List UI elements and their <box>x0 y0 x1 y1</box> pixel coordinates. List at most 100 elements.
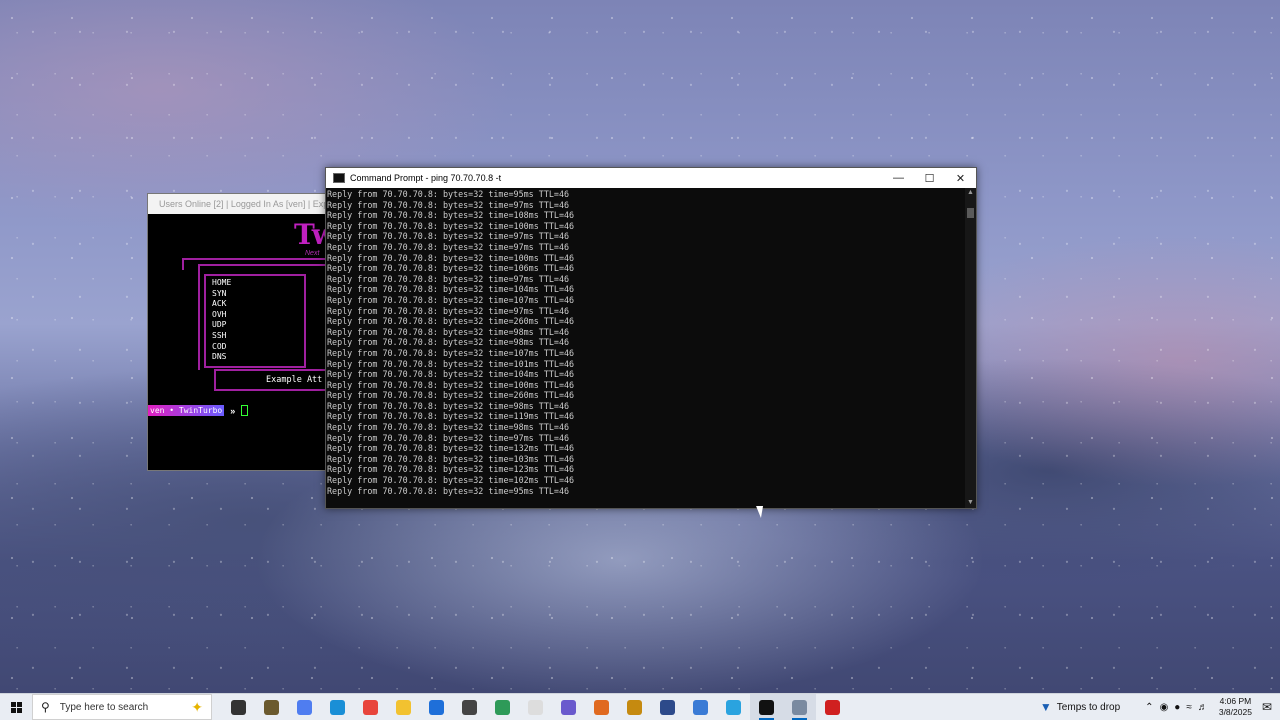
cmd-titlebar[interactable]: Command Prompt - ping 70.70.70.8 -t — ☐ … <box>326 168 976 188</box>
edge-taskbar-button[interactable] <box>321 694 354 720</box>
app-icon-7-taskbar-button[interactable] <box>618 694 651 720</box>
app-icon-11-taskbar-button[interactable] <box>816 694 849 720</box>
ping-reply-line: Reply from 70.70.70.8: bytes=32 time=97m… <box>327 241 570 252</box>
command-prompt-window[interactable]: Command Prompt - ping 70.70.70.8 -t — ☐ … <box>325 167 977 509</box>
wifi-icon[interactable]: ≈ <box>1186 702 1192 713</box>
twinturbo-logo-sub: Next <box>305 250 320 257</box>
twinturbo-window[interactable]: Users Online [2] | Logged In As [ven] | … <box>147 193 337 471</box>
chrome-taskbar-button[interactable] <box>354 694 387 720</box>
app-icon-2-taskbar-button[interactable] <box>288 694 321 720</box>
app-icon-10-taskbar-button[interactable] <box>783 694 816 720</box>
clock-date: 3/8/2025 <box>1218 707 1252 717</box>
store-taskbar-button[interactable] <box>420 694 453 720</box>
ping-reply-line: Reply from 70.70.70.8: bytes=32 time=98m… <box>327 337 570 348</box>
menu-item: UDP <box>212 320 227 330</box>
ping-reply-line: Reply from 70.70.70.8: bytes=32 time=100… <box>327 220 575 231</box>
volume-icon[interactable]: ♬ <box>1198 702 1208 713</box>
scroll-up-arrow-icon[interactable]: ▲ <box>965 188 976 198</box>
ping-reply-line: Reply from 70.70.70.8: bytes=32 time=119… <box>327 411 575 422</box>
prompt-badge: ven • TwinTurbo <box>148 405 225 416</box>
app-icon-8 <box>660 699 675 715</box>
weather-icon: ▼ <box>1039 700 1052 714</box>
notification-icon[interactable]: ✉ <box>1262 700 1272 714</box>
ping-reply-line: Reply from 70.70.70.8: bytes=32 time=123… <box>327 464 575 475</box>
clock-time: 4:06 PM <box>1219 696 1252 706</box>
app-icon-4 <box>495 699 510 715</box>
taskbar: ⚲ ✦ ▼ Temps to drop ⌃ ◉ ● ≈ ♬ 4:06 PM 3/… <box>0 693 1280 720</box>
ping-reply-line: Reply from 70.70.70.8: bytes=32 time=102… <box>327 475 575 486</box>
ping-reply-line: Reply from 70.70.70.8: bytes=32 time=97m… <box>327 305 570 316</box>
app-icon-7 <box>627 699 642 715</box>
menu-item: OVH <box>212 309 227 319</box>
edge-icon <box>330 699 345 715</box>
sparkle-icon: ✦ <box>191 698 203 715</box>
menu-item: ACK <box>212 299 227 309</box>
store-icon <box>429 699 444 715</box>
scroll-thumb[interactable] <box>967 208 974 218</box>
weather-widget[interactable]: ▼ Temps to drop <box>1040 700 1120 714</box>
twinturbo-title: Users Online [2] | Logged In As [ven] | … <box>159 199 337 209</box>
menu-item: DNS <box>212 352 227 362</box>
app-icon-4-taskbar-button[interactable] <box>486 694 519 720</box>
taskbar-apps <box>222 694 849 720</box>
ping-reply-line: Reply from 70.70.70.8: bytes=32 time=95m… <box>327 485 570 496</box>
scroll-down-arrow-icon[interactable]: ▼ <box>965 498 976 508</box>
ping-reply-line: Reply from 70.70.70.8: bytes=32 time=104… <box>327 284 575 295</box>
clock[interactable]: 4:06 PM 3/8/2025 <box>1219 696 1252 718</box>
ping-reply-line: Reply from 70.70.70.8: bytes=32 time=97m… <box>327 432 570 443</box>
ping-reply-line: Reply from 70.70.70.8: bytes=32 time=95m… <box>327 189 570 199</box>
telegram-icon <box>726 699 741 715</box>
ping-reply-line: Reply from 70.70.70.8: bytes=32 time=108… <box>327 210 575 221</box>
app-icon-9 <box>693 699 708 715</box>
ping-reply-line: Reply from 70.70.70.8: bytes=32 time=132… <box>327 443 575 454</box>
task-view-taskbar-button[interactable] <box>222 694 255 720</box>
app-icon-3-taskbar-button[interactable] <box>453 694 486 720</box>
app-icon-5-taskbar-button[interactable] <box>552 694 585 720</box>
ping-reply-line: Reply from 70.70.70.8: bytes=32 time=98m… <box>327 326 570 337</box>
ping-reply-line: Reply from 70.70.70.8: bytes=32 time=97m… <box>327 273 570 284</box>
file-explorer-taskbar-button[interactable] <box>387 694 420 720</box>
ping-reply-line: Reply from 70.70.70.8: bytes=32 time=97m… <box>327 199 570 210</box>
telegram-taskbar-button[interactable] <box>717 694 750 720</box>
ping-reply-line: Reply from 70.70.70.8: bytes=32 time=98m… <box>327 400 570 411</box>
search-input[interactable] <box>57 700 182 714</box>
example-attack-box: Example Att <box>214 369 336 391</box>
method-menu: HOME SYN ACK OVH UDP SSH COD DNS <box>212 278 231 363</box>
microphone-icon[interactable]: ● <box>1174 702 1180 713</box>
app-icon-9-taskbar-button[interactable] <box>684 694 717 720</box>
app-icon-6-taskbar-button[interactable] <box>585 694 618 720</box>
minimize-button[interactable]: — <box>883 168 914 188</box>
example-attack-text: Example Att <box>266 375 323 385</box>
app-icon-6 <box>594 699 609 715</box>
cmd-window-icon <box>333 173 345 183</box>
ping-reply-line: Reply from 70.70.70.8: bytes=32 time=104… <box>327 369 575 380</box>
chevron-up-icon[interactable]: ⌃ <box>1145 702 1153 713</box>
ping-reply-line: Reply from 70.70.70.8: bytes=32 time=101… <box>327 358 575 369</box>
ping-reply-line: Reply from 70.70.70.8: bytes=32 time=107… <box>327 347 575 358</box>
prompt-arrow: » <box>230 405 236 416</box>
terminal-icon <box>759 699 774 715</box>
start-button[interactable] <box>0 694 32 720</box>
terminal-taskbar-button[interactable] <box>750 694 783 720</box>
ping-reply-line: Reply from 70.70.70.8: bytes=32 time=260… <box>327 390 575 401</box>
twinturbo-titlebar[interactable]: Users Online [2] | Logged In As [ven] | … <box>148 194 336 214</box>
prompt-cursor[interactable] <box>241 405 249 416</box>
app-icon-1-taskbar-button[interactable] <box>255 694 288 720</box>
weather-text: Temps to drop <box>1056 701 1121 713</box>
file-explorer-icon <box>396 699 411 715</box>
camera-icon[interactable]: ◉ <box>1160 702 1169 713</box>
file-taskbar-button[interactable] <box>519 694 552 720</box>
taskbar-search[interactable]: ⚲ ✦ <box>32 694 212 720</box>
close-button[interactable]: ✕ <box>945 168 976 188</box>
app-icon-11 <box>825 699 840 715</box>
ping-reply-line: Reply from 70.70.70.8: bytes=32 time=100… <box>327 379 575 390</box>
cmd-output: Reply from 70.70.70.8: bytes=32 time=95m… <box>326 188 965 508</box>
maximize-button[interactable]: ☐ <box>914 168 945 188</box>
cmd-scrollbar[interactable]: ▲ ▼ <box>965 188 976 508</box>
system-tray: ▼ Temps to drop ⌃ ◉ ● ≈ ♬ 4:06 PM 3/8/20… <box>1040 694 1280 720</box>
ping-reply-line: Reply from 70.70.70.8: bytes=32 time=100… <box>327 252 575 263</box>
search-icon: ⚲ <box>41 700 50 714</box>
app-icon-5 <box>561 699 576 715</box>
app-icon-8-taskbar-button[interactable] <box>651 694 684 720</box>
twinturbo-prompt[interactable]: ven • TwinTurbo » <box>148 405 249 416</box>
